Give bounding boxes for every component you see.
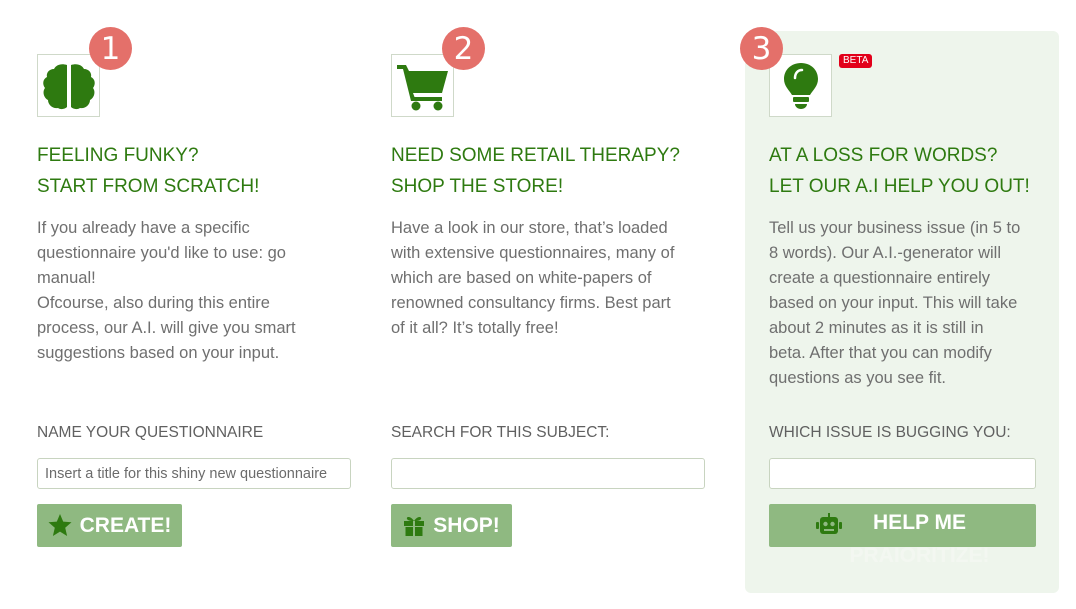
title-line-1: FEELING FUNKY? xyxy=(37,145,199,166)
desc-line: questionnaire you'd like to use: go xyxy=(37,244,286,262)
option-title: AT A LOSS FOR WORDS? LET OUR A.I HELP YO… xyxy=(769,140,1076,202)
desc-line: beta. After that you can modify xyxy=(769,344,992,362)
questionnaire-name-label: NAME YOUR QUESTIONNAIRE xyxy=(37,424,264,441)
desc-line: Tell us your business issue (in 5 to xyxy=(769,219,1021,237)
desc-line: questions as you see fit. xyxy=(769,369,947,387)
issue-label: WHICH ISSUE IS BUGGING YOU: xyxy=(769,424,1011,441)
title-line-1: NEED SOME RETAIL THERAPY? xyxy=(391,145,680,166)
star-icon xyxy=(48,514,72,536)
title-line-2: LET OUR A.I HELP YOU OUT! xyxy=(769,176,1030,197)
step-number-badge: 2 xyxy=(442,27,485,70)
gift-icon xyxy=(404,516,425,536)
search-subject-input[interactable] xyxy=(391,458,705,489)
desc-line: renowned consultancy firms. Best part xyxy=(391,294,671,312)
beta-badge: BETA xyxy=(839,54,873,68)
desc-line: which are based on white-papers of xyxy=(391,269,652,287)
help-button-label-overflow: PRAIORITIZE! xyxy=(849,544,990,567)
desc-line: based on your input. This will take xyxy=(769,294,1018,312)
help-me-prioritize-button[interactable]: HELP ME PRAIORITIZE! xyxy=(769,504,1036,567)
desc-line: Have a look in our store, that’s loaded xyxy=(391,219,668,237)
desc-line: with extensive questionnaires, many of xyxy=(391,244,675,262)
desc-line: about 2 minutes as it is still in xyxy=(769,319,984,337)
cart-icon xyxy=(391,54,454,117)
option-title: FEELING FUNKY? START FROM SCRATCH! xyxy=(37,140,367,202)
desc-line: create a questionnaire entirely xyxy=(769,269,991,287)
search-subject-label: SEARCH FOR THIS SUBJECT: xyxy=(391,424,610,441)
option-title: NEED SOME RETAIL THERAPY? SHOP THE STORE… xyxy=(391,140,721,202)
desc-line: Ofcourse, also during this entire xyxy=(37,294,270,312)
help-button-label-wrap: HELP ME PRAIORITIZE! xyxy=(850,511,990,568)
option-card-ai: 3 BETA AT A LOSS FOR WORDS? LET OUR A.I … xyxy=(740,27,1059,593)
lightbulb-icon xyxy=(769,54,832,117)
title-line-2: SHOP THE STORE! xyxy=(391,176,564,197)
shop-button[interactable]: SHOP! xyxy=(391,504,512,547)
create-button[interactable]: CREATE! xyxy=(37,504,182,547)
step-number-badge: 3 xyxy=(740,27,783,70)
desc-line: process, our A.I. will give you smart xyxy=(37,319,296,337)
title-line-1: AT A LOSS FOR WORDS? xyxy=(769,145,998,166)
desc-line: of it all? It’s totally free! xyxy=(391,319,559,337)
shop-button-label: SHOP! xyxy=(433,513,500,537)
option-description: Have a look in our store, that’s loaded … xyxy=(391,216,711,341)
option-description: Tell us your business issue (in 5 to 8 w… xyxy=(769,216,1044,391)
help-button-label: HELP ME xyxy=(873,511,966,534)
robot-icon xyxy=(815,513,842,534)
option-description: If you already have a specific questionn… xyxy=(37,216,357,366)
create-button-label: CREATE! xyxy=(79,513,172,537)
desc-line: manual! xyxy=(37,269,96,287)
business-issue-input[interactable] xyxy=(769,458,1036,489)
desc-line: 8 words). Our A.I.-generator will xyxy=(769,244,1001,262)
questionnaire-title-input[interactable] xyxy=(37,458,351,489)
desc-line: If you already have a specific xyxy=(37,219,250,237)
brain-icon xyxy=(37,54,100,117)
step-number-badge: 1 xyxy=(89,27,132,70)
title-line-2: START FROM SCRATCH! xyxy=(37,176,260,197)
desc-line: suggestions based on your input. xyxy=(37,344,280,362)
